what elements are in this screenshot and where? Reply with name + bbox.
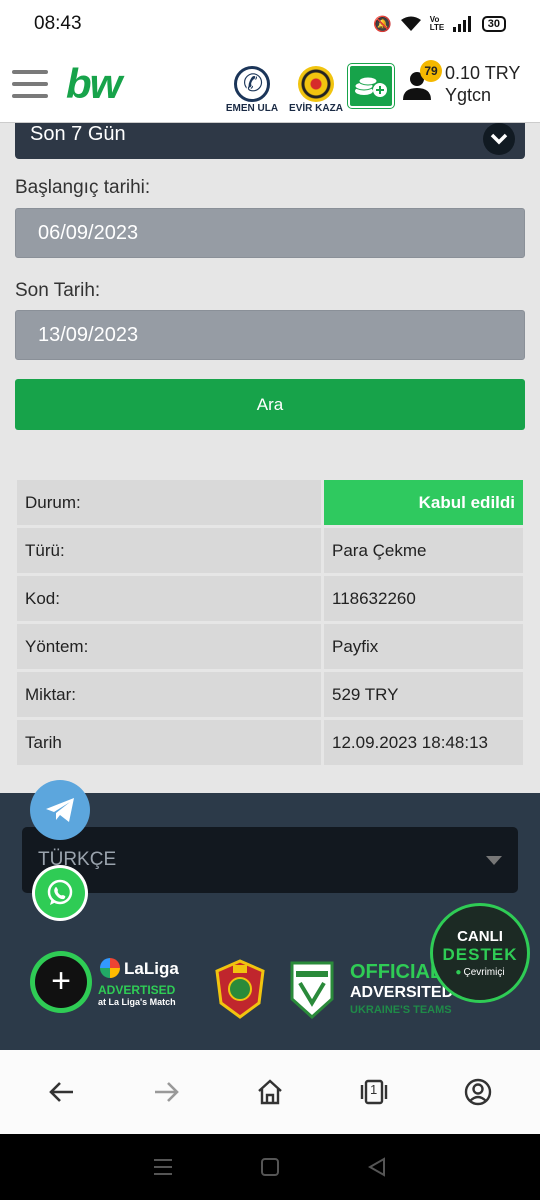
laliga-sponsor: LaLiga ADVERTISED at La Liga's Match (98, 958, 194, 1007)
site-footer: TÜRKÇE + LaLiga ADVERTISED at La Liga's … (0, 780, 540, 1050)
telegram-icon (46, 798, 74, 822)
transaction-details-table: Durum: Kabul edildi Türü: Para Çekme Kod… (17, 477, 523, 768)
promo-wheel-label: EVİR KAZA (289, 103, 343, 114)
table-row: Türü: Para Çekme (17, 528, 523, 573)
table-row: Tarih 12.09.2023 18:48:13 (17, 720, 523, 765)
coins-plus-icon (354, 76, 387, 97)
start-date-label: Başlangıç tarihi: (15, 177, 151, 198)
arrow-right-icon (155, 1082, 179, 1102)
phone-icon (234, 66, 270, 102)
home-nav-icon[interactable] (259, 1156, 281, 1178)
telegram-button[interactable] (30, 780, 90, 840)
home-icon (258, 1079, 282, 1105)
search-button[interactable]: Ara (15, 379, 525, 430)
club-crest-icon (215, 959, 265, 1019)
notification-badge: 79 (420, 60, 442, 82)
period-value: Son 7 Gün (30, 123, 126, 145)
laliga-logo: LaLiga (98, 958, 194, 979)
wifi-icon (400, 16, 421, 31)
back-button[interactable] (35, 1065, 89, 1119)
app-header: bw EMEN ULA EVİR KAZA 79 0.10 TRY Ygtcn (0, 48, 540, 123)
laliga-advertised: ADVERTISED (98, 983, 176, 997)
browser-toolbar: 1 (0, 1050, 540, 1134)
profile-icon (464, 1078, 492, 1106)
whatsapp-button[interactable] (32, 865, 88, 921)
detail-value: Para Çekme (324, 528, 523, 573)
status-bar: 08:43 🔕 Vo LTE 30 (0, 0, 540, 48)
plus-icon: + (35, 956, 87, 1008)
club-crest-icon (290, 961, 334, 1019)
official-teams: UKRAINE'S TEAMS (350, 1004, 452, 1016)
table-row: Durum: Kabul edildi (17, 480, 523, 525)
period-select[interactable]: Son 7 Gün (15, 123, 525, 159)
detail-value: 12.09.2023 18:48:13 (324, 720, 523, 765)
tabs-button[interactable]: 1 (347, 1065, 401, 1119)
support-label-1: CANLI (457, 928, 503, 945)
detail-key: Tarih (17, 720, 324, 765)
detail-key: Miktar: (17, 672, 324, 717)
table-row: Miktar: 529 TRY (17, 672, 523, 717)
transaction-history: Son 7 Gün Başlangıç tarihi: 06/09/2023 S… (0, 123, 540, 793)
chevron-down-icon (483, 123, 515, 155)
detail-key: Durum: (17, 480, 324, 525)
language-select[interactable]: TÜRKÇE (22, 827, 518, 893)
back-nav-icon[interactable] (366, 1156, 388, 1178)
detail-key: Yöntem: (17, 624, 324, 669)
whatsapp-icon (47, 879, 73, 905)
battery-icon: 30 (481, 16, 506, 32)
promo-phone-label: EMEN ULA (225, 103, 279, 114)
support-label-2: DESTEK (442, 945, 518, 964)
profile-button[interactable] (451, 1065, 505, 1119)
table-row: Yöntem: Payfix (17, 624, 523, 669)
username: Ygtcn (445, 85, 492, 105)
volte-label: Vo LTE (429, 15, 445, 32)
signal-icon (452, 16, 471, 32)
expand-menu-button[interactable]: + (30, 951, 92, 1013)
end-date-input[interactable]: 13/09/2023 (15, 310, 525, 360)
start-date-input[interactable]: 06/09/2023 (15, 208, 525, 258)
status-badge: Kabul edildi (324, 480, 523, 525)
table-row: Kod: 118632260 (17, 576, 523, 621)
detail-value: 529 TRY (324, 672, 523, 717)
mute-bell-icon: 🔕 (373, 16, 392, 33)
caret-down-icon (486, 856, 502, 865)
menu-icon[interactable] (12, 70, 48, 98)
detail-value: 118632260 (324, 576, 523, 621)
deposit-button[interactable] (348, 64, 394, 108)
arrow-left-icon (49, 1082, 73, 1102)
detail-key: Türü: (17, 528, 324, 573)
status-icons: 🔕 Vo LTE 30 (373, 15, 506, 33)
promo-wheel[interactable]: EVİR KAZA (286, 66, 346, 114)
tab-count: 1 (370, 1082, 378, 1097)
brand-logo[interactable]: bw (66, 60, 122, 108)
system-navigation (0, 1134, 540, 1200)
laliga-match: at La Liga's Match (98, 997, 176, 1007)
live-support-button[interactable]: CANLI DESTEK Çevrimiçi (430, 903, 530, 1003)
account-balance[interactable]: 0.10 TRY Ygtcn (445, 62, 520, 106)
official-subtitle: ADVERSITED (350, 984, 454, 1001)
promo-phone[interactable]: EMEN ULA (222, 66, 282, 114)
balance-amount: 0.10 TRY (445, 63, 521, 83)
forward-button[interactable] (139, 1065, 193, 1119)
detail-key: Kod: (17, 576, 324, 621)
end-date-label: Son Tarih: (15, 280, 101, 301)
support-status: Çevrimiçi (433, 967, 527, 978)
home-button[interactable] (243, 1065, 297, 1119)
detail-value: Payfix (324, 624, 523, 669)
recent-apps-icon[interactable] (152, 1156, 174, 1178)
status-time: 08:43 (34, 13, 82, 34)
wheel-icon (298, 66, 334, 102)
